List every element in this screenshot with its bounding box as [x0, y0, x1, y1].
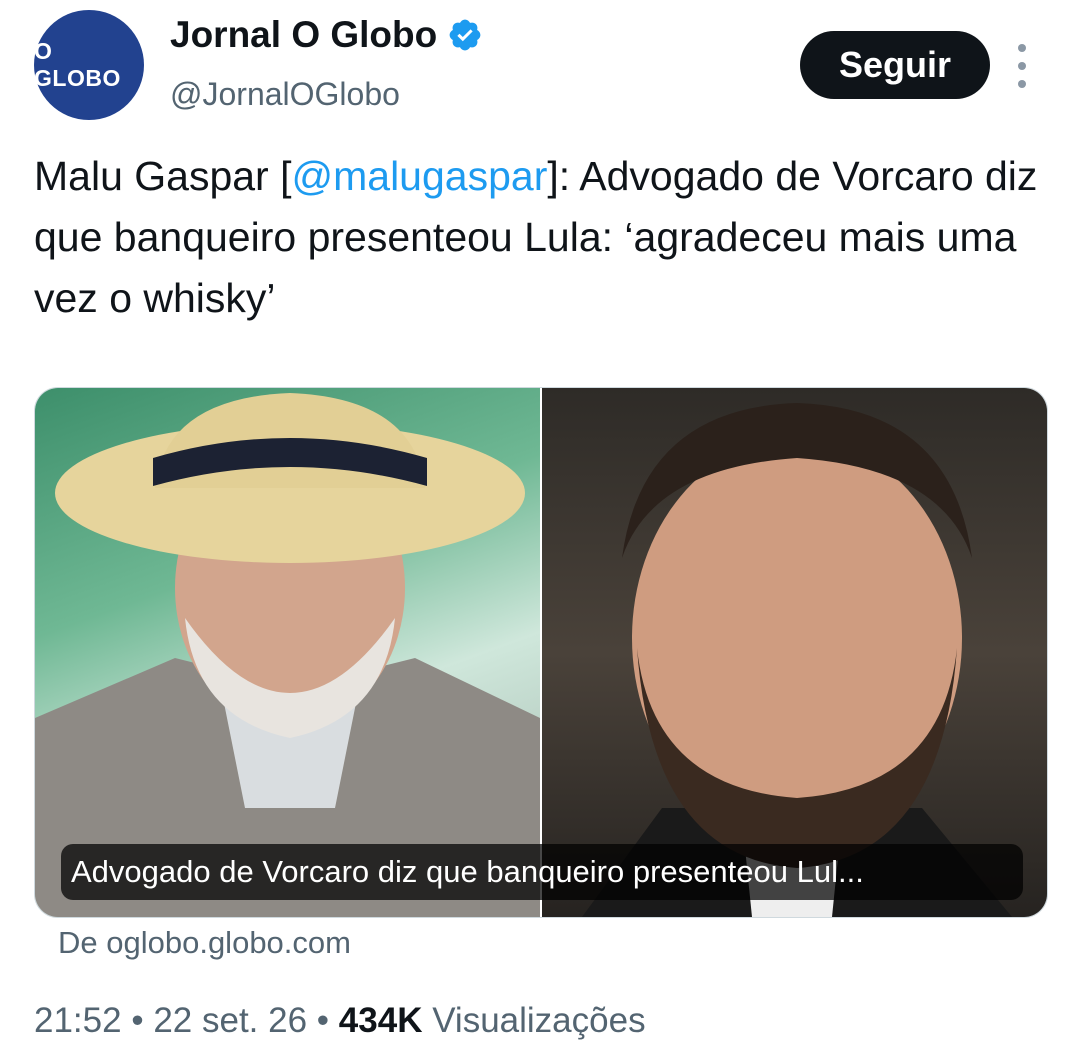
- mention-link[interactable]: @malugaspar: [292, 153, 548, 199]
- more-vertical-icon[interactable]: [1010, 44, 1034, 88]
- tweet-text: Malu Gaspar [@malugaspar]: Advogado de V…: [34, 146, 1054, 329]
- more-dot: [1018, 62, 1026, 70]
- card-caption: Advogado de Vorcaro diz que banqueiro pr…: [61, 844, 1023, 900]
- tweet-time[interactable]: 21:52: [34, 1001, 122, 1040]
- follow-button[interactable]: Seguir: [800, 31, 990, 99]
- more-dot: [1018, 44, 1026, 52]
- verified-badge-icon: [449, 19, 481, 51]
- meta-separator: •: [131, 1001, 144, 1040]
- views-label: Visualizações: [432, 1001, 646, 1040]
- man-with-hat-illustration: [35, 393, 540, 917]
- tweet-date[interactable]: 22 set. 26: [153, 1001, 307, 1040]
- card-source-link[interactable]: De oglobo.globo.com: [58, 925, 351, 961]
- author-handle[interactable]: @JornalOGlobo: [170, 76, 400, 113]
- meta-separator: •: [316, 1001, 330, 1040]
- card-photo-left: [35, 388, 540, 917]
- more-dot: [1018, 80, 1026, 88]
- tweet-meta: 21:52 • 22 set. 26 • 434K Visualizações: [34, 1001, 646, 1041]
- bearded-man-illustration: [582, 403, 1012, 917]
- author-avatar[interactable]: O GLOBO: [34, 10, 144, 120]
- views-count[interactable]: 434K: [339, 1001, 423, 1040]
- card-photo-right: [542, 388, 1047, 917]
- author-name-row: Jornal O Globo: [170, 14, 483, 56]
- link-card[interactable]: Advogado de Vorcaro diz que banqueiro pr…: [34, 387, 1048, 918]
- author-display-name[interactable]: Jornal O Globo: [170, 14, 437, 56]
- tweet-text-prefix: Malu Gaspar [: [34, 153, 292, 199]
- avatar-logo-text: O GLOBO: [34, 38, 121, 91]
